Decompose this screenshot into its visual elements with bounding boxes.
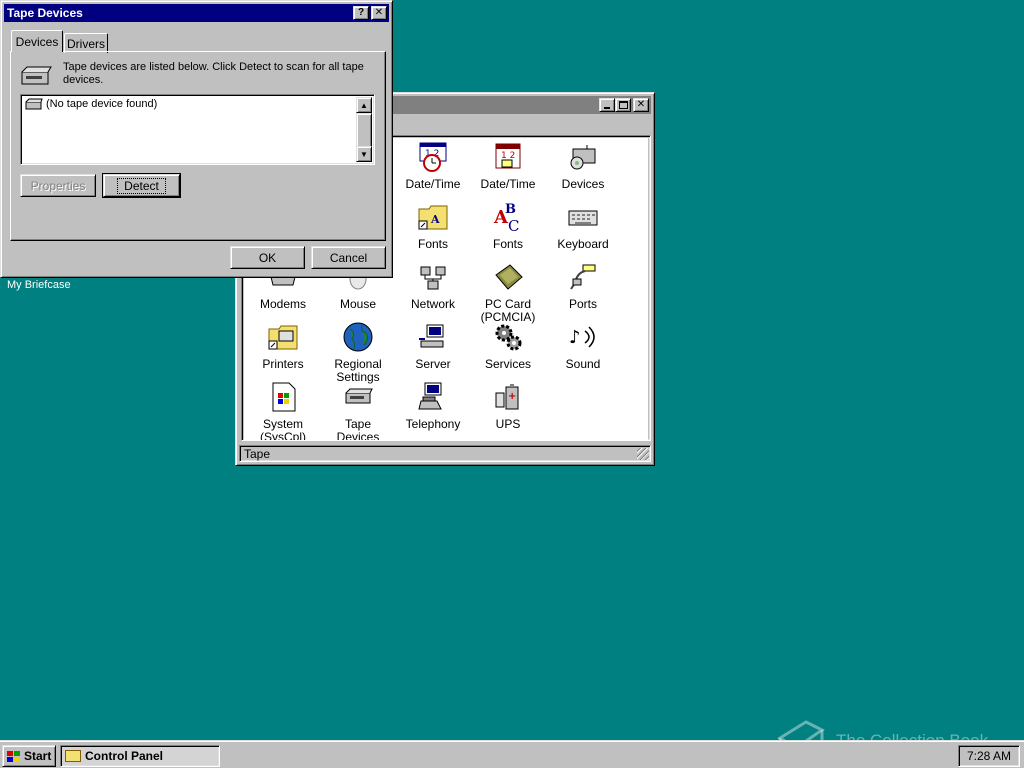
cp-item-telephony[interactable]: Telephony	[397, 380, 469, 431]
cp-item-server[interactable]: Server	[397, 320, 469, 371]
start-button[interactable]: Start	[2, 745, 56, 767]
ups-battery-icon: +	[491, 380, 525, 414]
cp-item-ups[interactable]: + UPS	[472, 380, 544, 431]
cp-item-system[interactable]: System (SysCpl)	[247, 380, 319, 440]
svg-text:C: C	[508, 217, 519, 233]
cp-item-devices[interactable]: Devices	[547, 140, 619, 191]
tab-drivers[interactable]: Drivers	[64, 33, 108, 53]
windows-logo-icon	[7, 750, 20, 762]
cp-item-ports[interactable]: Ports	[547, 260, 619, 311]
close-icon: ✕	[636, 99, 646, 110]
devices-icon	[566, 140, 600, 174]
cp-item-sound[interactable]: ♪ Sound	[547, 320, 619, 371]
properties-button[interactable]: Properties	[20, 174, 96, 197]
tape-drive-icon	[25, 98, 43, 110]
tape-drive-icon	[20, 64, 52, 86]
list-item[interactable]: (No tape device found)	[25, 98, 157, 110]
printer-folder-icon	[266, 320, 300, 354]
question-icon: ?	[357, 7, 365, 18]
fonts-folder-icon: A	[416, 200, 450, 234]
taskbar-item-control-panel[interactable]: Control Panel	[60, 745, 220, 767]
svg-text:B: B	[505, 202, 516, 217]
list-item-label: (No tape device found)	[46, 98, 158, 110]
scroll-thumb[interactable]	[356, 113, 372, 149]
network-icon	[416, 260, 450, 294]
cp-item-keyboard[interactable]: Keyboard	[547, 200, 619, 251]
my-briefcase-label[interactable]: My Briefcase	[7, 279, 71, 291]
dialog-close-button[interactable]: ✕	[371, 6, 387, 20]
cp-item-date-time-2[interactable]: 1 2 Date/Time	[472, 140, 544, 191]
calendar-icon: 1 2	[491, 140, 525, 174]
scroll-down-button[interactable]: ▼	[356, 146, 372, 162]
cp-item-printers[interactable]: Printers	[247, 320, 319, 371]
tape-device-list[interactable]: (No tape device found) ▲ ▼	[20, 94, 375, 165]
tape-dialog-title: Tape Devices	[7, 6, 83, 20]
cp-item-network[interactable]: Network	[397, 260, 469, 311]
tape-devices-dialog: Tape Devices ? ✕ Devices Drivers Tape de…	[0, 0, 393, 278]
status-text: Tape	[244, 446, 271, 461]
tab-devices[interactable]: Devices	[11, 30, 63, 52]
cp-item-tape-devices[interactable]: Tape Devices	[322, 380, 394, 440]
vertical-scrollbar[interactable]: ▲ ▼	[356, 97, 372, 162]
minimize-button[interactable]	[599, 98, 615, 112]
scroll-up-button[interactable]: ▲	[356, 97, 372, 113]
maximize-button[interactable]	[615, 98, 631, 112]
cp-item-pc-card[interactable]: PC Card (PCMCIA)	[472, 260, 544, 324]
maximize-icon	[618, 101, 628, 109]
tape-dialog-titlebar[interactable]: Tape Devices ? ✕	[4, 4, 389, 22]
cp-item-fonts-folder[interactable]: A Fonts	[397, 200, 469, 251]
svg-text:♪: ♪	[569, 327, 581, 348]
arrow-down-icon: ▼	[360, 149, 368, 159]
tape-drive-icon	[341, 380, 375, 414]
minimize-icon	[604, 107, 610, 109]
devices-tab-page: Tape devices are listed below. Click Det…	[10, 51, 386, 241]
status-bar: Tape	[239, 445, 651, 462]
tape-description: Tape devices are listed below. Click Det…	[63, 61, 364, 86]
close-button[interactable]: ✕	[633, 98, 649, 112]
fonts-abc-icon: ABC	[491, 200, 525, 234]
keyboard-icon	[566, 200, 600, 234]
cancel-button[interactable]: Cancel	[311, 246, 386, 269]
close-icon: ✕	[374, 7, 384, 18]
server-icon	[416, 320, 450, 354]
sound-icon: ♪	[566, 320, 600, 354]
taskbar: Start Control Panel 7:28 AM	[0, 740, 1024, 768]
ports-icon	[566, 260, 600, 294]
cp-item-date-time[interactable]: 1 2 Date/Time	[397, 140, 469, 191]
resize-grip-icon[interactable]	[637, 448, 649, 460]
globe-icon	[341, 320, 375, 354]
svg-text:A: A	[430, 213, 440, 226]
system-icon	[266, 380, 300, 414]
clock-calendar-icon: 1 2	[416, 140, 450, 174]
arrow-up-icon: ▲	[360, 100, 368, 110]
pc-card-icon	[491, 260, 525, 294]
system-clock[interactable]: 7:28 AM	[958, 745, 1020, 767]
cp-item-services[interactable]: Services	[472, 320, 544, 371]
ok-button[interactable]: OK	[230, 246, 305, 269]
services-gears-icon	[491, 320, 525, 354]
help-button[interactable]: ?	[353, 6, 369, 20]
detect-button[interactable]: Detect	[102, 173, 181, 198]
cp-item-fonts[interactable]: ABC Fonts	[472, 200, 544, 251]
cp-item-regional-settings[interactable]: Regional Settings	[322, 320, 394, 384]
svg-text:+: +	[508, 391, 516, 402]
telephony-icon	[416, 380, 450, 414]
folder-icon	[65, 750, 81, 762]
